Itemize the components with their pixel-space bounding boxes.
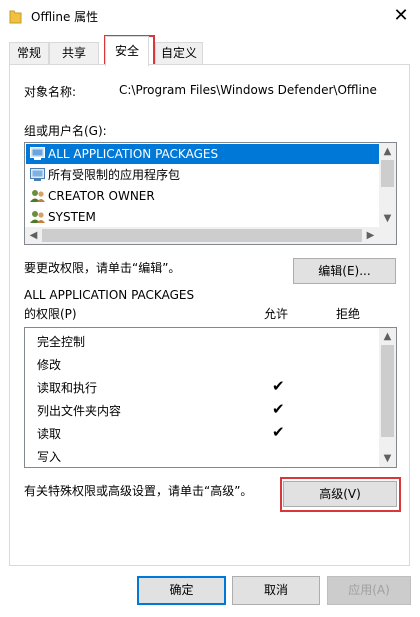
allow-check-icon: ✔ xyxy=(272,423,285,441)
groups-vertical-scrollbar[interactable]: ▲ ▼ xyxy=(379,143,396,227)
permission-name: 完全控制 xyxy=(37,335,86,349)
scroll-up-icon[interactable]: ▲ xyxy=(379,328,396,345)
object-name-label: 对象名称: xyxy=(24,85,77,99)
allow-check-icon: ✔ xyxy=(272,377,285,395)
permission-name: 列出文件夹内容 xyxy=(37,404,122,418)
folder-icon xyxy=(9,10,22,24)
package-group-icon xyxy=(30,147,45,160)
permission-name: 读取 xyxy=(37,427,62,441)
advanced-button[interactable]: 高级(V) xyxy=(283,481,397,507)
scroll-up-icon[interactable]: ▲ xyxy=(379,143,396,160)
ok-button[interactable]: 确定 xyxy=(137,576,226,605)
list-item[interactable]: ALL APPLICATION PACKAGES xyxy=(26,144,379,164)
scroll-thumb[interactable] xyxy=(381,345,394,437)
edit-button[interactable]: 编辑(E)... xyxy=(293,258,396,284)
allow-check-icon: ✔ xyxy=(272,400,285,418)
scroll-right-icon[interactable]: ▶ xyxy=(362,227,379,244)
groups-horizontal-scrollbar[interactable]: ◀ ▶ xyxy=(25,227,379,244)
group-name: SYSTEM xyxy=(48,210,96,224)
permission-name: 修改 xyxy=(37,358,62,372)
tab-sharing[interactable]: 共享 xyxy=(49,42,99,65)
list-item[interactable]: SYSTEM xyxy=(26,207,379,227)
cancel-button[interactable]: 取消 xyxy=(232,576,320,605)
group-name: 所有受限制的应用程序包 xyxy=(48,168,181,182)
permissions-for-name: ALL APPLICATION PACKAGES xyxy=(24,288,195,302)
scroll-thumb[interactable] xyxy=(42,229,362,242)
permissions-listbox: 完全控制 修改 读取和执行 列出文件夹内容 读取 写入 ✔ ✔ ✔ ▲ ▼ xyxy=(24,327,397,468)
object-name-value: C:\Program Files\Windows Defender\Offlin… xyxy=(119,83,377,97)
close-button[interactable]: ✕ xyxy=(390,6,412,26)
tab-security[interactable]: 安全 xyxy=(105,36,149,66)
list-item[interactable]: 所有受限制的应用程序包 xyxy=(26,165,379,185)
groups-label: 组或用户名(G): xyxy=(24,124,107,138)
scroll-left-icon[interactable]: ◀ xyxy=(25,227,42,244)
group-name: ALL APPLICATION PACKAGES xyxy=(48,147,219,161)
users-icon xyxy=(30,211,45,223)
scroll-down-icon[interactable]: ▼ xyxy=(379,210,396,227)
users-icon xyxy=(30,190,45,202)
scroll-down-icon[interactable]: ▼ xyxy=(379,450,396,467)
tab-strip: 常规 共享 安全 自定义 xyxy=(0,32,420,66)
deny-column-header: 拒绝 xyxy=(336,307,361,321)
security-page: 对象名称: C:\Program Files\Windows Defender\… xyxy=(9,64,410,566)
allow-column-header: 允许 xyxy=(264,307,289,321)
groups-listbox[interactable]: ALL APPLICATION PACKAGES 所有受限制的应用程序包 CRE… xyxy=(24,142,397,245)
list-item[interactable]: CREATOR OWNER xyxy=(26,186,379,206)
window-title: Offline 属性 xyxy=(31,10,99,24)
permissions-vertical-scrollbar[interactable]: ▲ ▼ xyxy=(379,328,396,467)
permission-name: 读取和执行 xyxy=(37,381,98,395)
scroll-corner xyxy=(379,227,396,244)
tab-customize[interactable]: 自定义 xyxy=(155,42,203,65)
group-name: CREATOR OWNER xyxy=(48,189,155,203)
change-hint: 要更改权限，请单击“编辑”。 xyxy=(24,261,181,275)
permissions-label: 的权限(P) xyxy=(24,307,77,321)
apply-button[interactable]: 应用(A) xyxy=(327,576,411,605)
tab-general[interactable]: 常规 xyxy=(9,42,49,65)
permission-name: 写入 xyxy=(37,450,62,464)
close-icon: ✕ xyxy=(393,5,409,26)
advanced-hint: 有关特殊权限或高级设置，请单击“高级”。 xyxy=(24,484,253,498)
title-bar: Offline 属性 ✕ xyxy=(0,0,420,32)
scroll-thumb[interactable] xyxy=(381,160,394,187)
package-group-icon xyxy=(30,168,45,181)
